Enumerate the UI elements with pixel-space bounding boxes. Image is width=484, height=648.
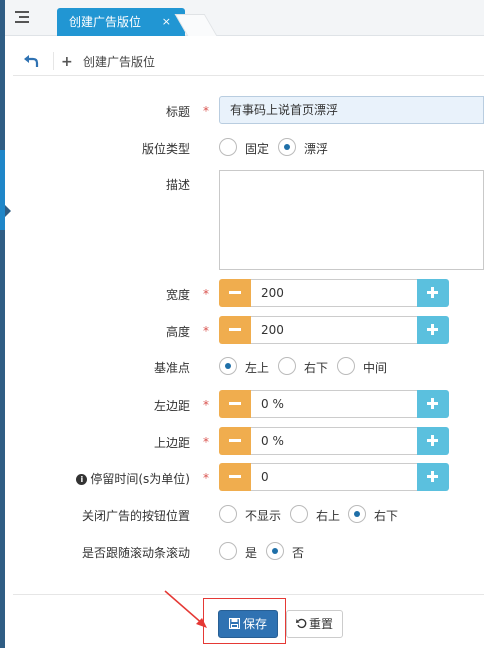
undo-icon <box>295 618 307 629</box>
save-label: 保存 <box>242 617 267 631</box>
create-link-label: 创建广告版位 <box>83 55 156 69</box>
title-label: 标题 <box>165 105 190 119</box>
plus-button[interactable] <box>417 390 449 418</box>
required-mark: * <box>203 287 209 301</box>
info-icon[interactable]: i <box>76 474 88 485</box>
toolbar-divider <box>53 52 54 70</box>
radio-label: 不显示 <box>245 509 282 523</box>
required-mark: * <box>203 435 209 449</box>
radio-circle <box>278 357 296 375</box>
radio-circle <box>337 357 355 375</box>
height-input[interactable]: 200 <box>251 316 417 344</box>
required-mark: * <box>203 104 209 118</box>
duration-input[interactable]: 0 <box>251 463 417 491</box>
minus-button[interactable] <box>219 463 251 491</box>
duration-spinner: 0 <box>219 463 449 491</box>
radio-circle <box>219 542 237 560</box>
minus-button[interactable] <box>219 279 251 307</box>
radio-circle <box>290 505 308 523</box>
radio-label: 右上 <box>316 509 341 523</box>
footer-divider <box>13 594 484 595</box>
radio-label: 右下 <box>304 361 329 375</box>
radio-circle-selected <box>219 357 237 375</box>
reset-label: 重置 <box>308 617 333 631</box>
margin-top-spinner: 0 % <box>219 427 449 455</box>
tab-bar: 创建广告版位 × <box>5 0 484 36</box>
minus-button[interactable] <box>219 390 251 418</box>
radio-label: 右下 <box>374 509 399 523</box>
minus-button[interactable] <box>219 316 251 344</box>
sidebar-pointer <box>5 205 11 217</box>
tab-create-ad-position[interactable]: 创建广告版位 × <box>57 8 185 36</box>
radio-label: 左上 <box>245 361 270 375</box>
title-input[interactable]: 有事码上说首页漂浮 <box>219 96 484 124</box>
plus-button[interactable] <box>417 279 449 307</box>
minus-button[interactable] <box>219 427 251 455</box>
create-ad-position-link[interactable]: + 创建广告版位 <box>61 53 155 70</box>
tab-close-icon[interactable]: × <box>162 8 171 36</box>
radio-circle-selected <box>348 505 366 523</box>
description-textarea[interactable] <box>219 170 484 270</box>
close-position-label: 关闭广告的按钮位置 <box>81 509 190 523</box>
duration-label-text: 停留时间(s为单位) <box>90 472 190 486</box>
radio-label: 是 <box>245 546 258 560</box>
back-arrow-icon[interactable] <box>23 54 39 68</box>
left-sidebar-edge <box>0 0 5 648</box>
radio-circle <box>219 138 237 156</box>
margin-left-spinner: 0 % <box>219 390 449 418</box>
plus-button[interactable] <box>417 427 449 455</box>
tab-label: 创建广告版位 <box>69 15 142 29</box>
radio-label: 否 <box>292 546 305 560</box>
required-mark: * <box>203 324 209 338</box>
width-input[interactable]: 200 <box>251 279 417 307</box>
toolbar: + 创建广告版位 <box>13 48 484 76</box>
required-mark: * <box>203 398 209 412</box>
width-label: 宽度 <box>165 288 190 302</box>
type-label: 版位类型 <box>141 142 190 156</box>
radio-label: 固定 <box>245 142 270 156</box>
follow-scroll-label: 是否跟随滚动条滚动 <box>81 546 190 560</box>
radio-label: 中间 <box>363 361 388 375</box>
radio-label: 漂浮 <box>304 142 329 156</box>
reset-button[interactable]: 重置 <box>286 610 343 638</box>
required-mark: * <box>203 471 209 485</box>
margin-left-label: 左边距 <box>153 399 190 413</box>
plus-icon: + <box>61 54 73 70</box>
save-icon <box>228 617 241 630</box>
margin-top-label: 上边距 <box>153 436 190 450</box>
width-spinner: 200 <box>219 279 449 307</box>
height-label: 高度 <box>165 325 190 339</box>
description-label: 描述 <box>165 178 190 192</box>
duration-label: i 停留时间(s为单位) <box>76 470 190 487</box>
radio-circle-selected <box>266 542 284 560</box>
margin-left-input[interactable]: 0 % <box>251 390 417 418</box>
save-button[interactable]: 保存 <box>218 610 278 638</box>
left-sidebar-accent <box>0 150 5 230</box>
margin-top-input[interactable]: 0 % <box>251 427 417 455</box>
radio-circle-selected <box>278 138 296 156</box>
plus-button[interactable] <box>417 316 449 344</box>
anchor-label: 基准点 <box>153 361 190 375</box>
menu-toggle-icon[interactable] <box>13 8 31 26</box>
radio-circle <box>219 505 237 523</box>
height-spinner: 200 <box>219 316 449 344</box>
plus-button[interactable] <box>417 463 449 491</box>
